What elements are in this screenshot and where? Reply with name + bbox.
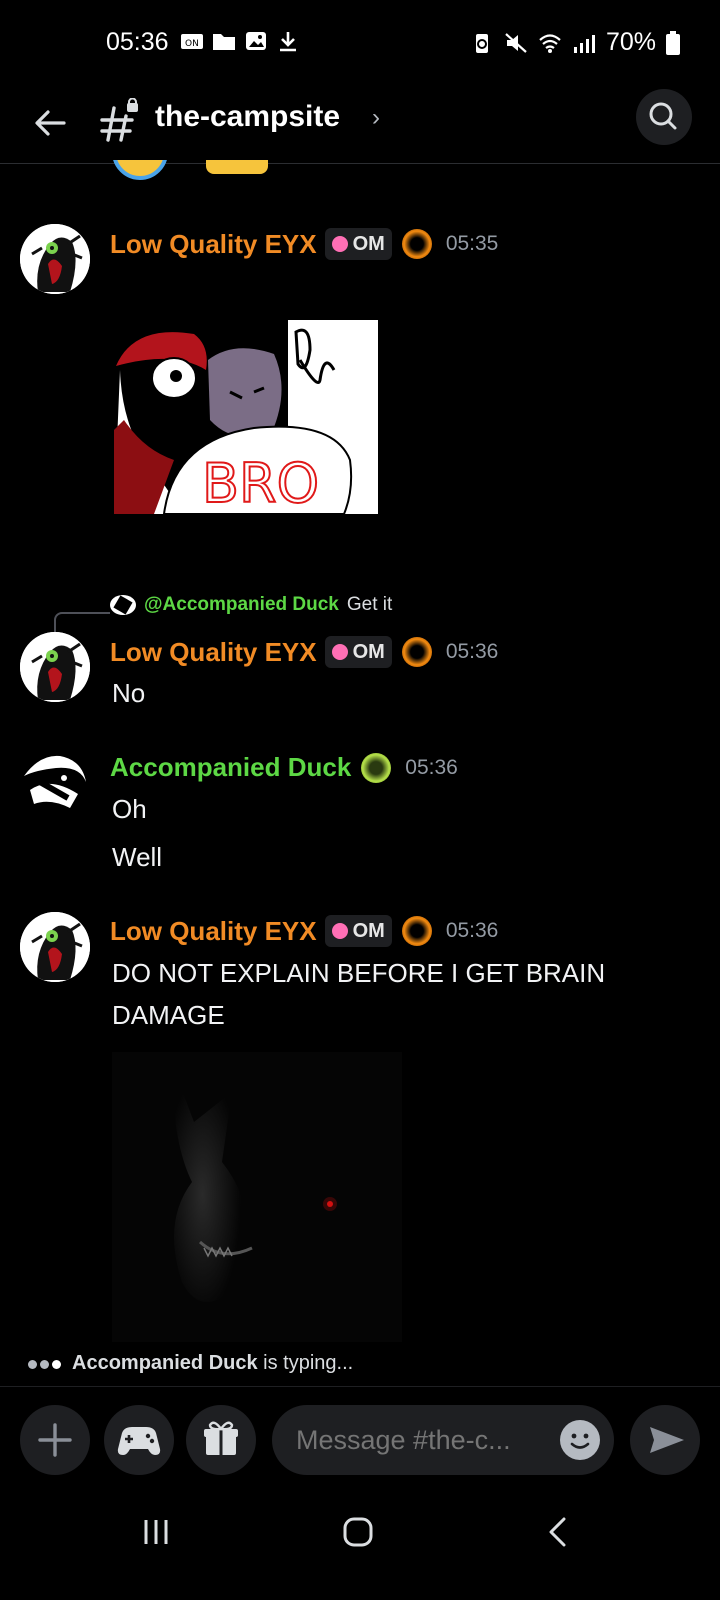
author-name[interactable]: Low Quality EYX <box>110 229 317 260</box>
message-text: DO NOT EXPLAIN BEFORE I GET BRAIN <box>112 958 606 988</box>
skull-icon <box>331 644 348 660</box>
mute-icon <box>505 32 527 53</box>
avatar-low-quality-eyx[interactable] <box>20 632 90 702</box>
plus-icon <box>38 1423 72 1457</box>
message-header: Low Quality EYX OM 05:35 <box>110 228 498 260</box>
search-button[interactable] <box>636 89 692 145</box>
author-name[interactable]: Accompanied Duck <box>110 752 351 783</box>
reply-author[interactable]: @Accompanied Duck <box>144 594 339 616</box>
timestamp: 05:36 <box>405 755 458 779</box>
system-navigation-bar <box>0 1490 720 1600</box>
download-icon <box>280 32 296 52</box>
status-time: 05:36 <box>106 28 169 56</box>
message-text: No <box>112 678 146 708</box>
typing-dots-icon <box>28 1352 64 1375</box>
back-arrow-icon[interactable] <box>28 100 74 146</box>
typing-suffix: is typing... <box>257 1352 354 1374</box>
activities-button[interactable] <box>104 1405 174 1475</box>
previous-sticker <box>206 160 268 174</box>
role-fire-icon <box>401 916 432 946</box>
search-icon <box>649 102 677 130</box>
avatar-accompanied-duck[interactable] <box>20 746 90 816</box>
message-header: Low Quality EYX OM 05:36 <box>110 915 498 947</box>
role-clock-icon <box>361 752 392 783</box>
message-text: Well <box>112 842 163 872</box>
battery-icon <box>666 30 680 55</box>
status-system-icons: 70% <box>470 28 680 57</box>
typing-user: Accompanied Duck <box>72 1352 258 1374</box>
author-name[interactable]: Low Quality EYX <box>110 637 317 668</box>
skull-icon <box>331 236 348 252</box>
timestamp: 05:36 <box>445 640 499 663</box>
message-header: Low Quality EYX OM 05:36 <box>110 636 498 668</box>
gift-icon <box>204 1421 238 1455</box>
recent-apps-icon[interactable] <box>138 1514 174 1550</box>
server-tag-label: OM <box>352 919 385 942</box>
server-tag[interactable]: OM <box>324 228 392 260</box>
wifi-icon <box>539 33 561 53</box>
svg-text:BRO: BRO <box>202 452 319 514</box>
battery-saver-icon <box>475 33 488 53</box>
add-attachment-button[interactable] <box>20 1405 90 1475</box>
message-text: Oh <box>112 794 147 824</box>
message-input[interactable] <box>296 1405 536 1475</box>
skull-icon <box>331 923 348 939</box>
folder-icon <box>213 34 235 50</box>
locked-channel-hash-icon <box>100 98 138 142</box>
message-composer <box>0 1386 720 1490</box>
author-name[interactable]: Low Quality EYX <box>110 916 317 947</box>
server-tag-label: OM <box>352 640 385 663</box>
dark-creature-image[interactable] <box>112 1052 402 1342</box>
send-icon <box>650 1427 684 1453</box>
server-tag[interactable]: OM <box>324 636 392 668</box>
avatar-low-quality-eyx[interactable] <box>20 912 90 982</box>
typing-indicator: Accompanied Duck is typing... <box>28 1352 353 1375</box>
home-icon[interactable] <box>340 1514 376 1550</box>
back-icon[interactable] <box>540 1514 576 1550</box>
message-header: Accompanied Duck 05:36 <box>110 752 458 783</box>
timestamp: 05:35 <box>445 232 499 255</box>
server-tag-label: OM <box>352 232 385 255</box>
server-tag[interactable]: OM <box>324 915 392 947</box>
battery-percent: 70% <box>605 28 656 56</box>
sim-card-icon: ON <box>181 34 203 49</box>
timestamp: 05:36 <box>445 919 499 942</box>
send-button[interactable] <box>630 1405 700 1475</box>
gift-button[interactable] <box>186 1405 256 1475</box>
channel-header: the-campsite › <box>0 86 720 164</box>
message-text: DAMAGE <box>112 1000 225 1030</box>
channel-title[interactable]: the-campsite <box>155 100 340 134</box>
reply-preview[interactable]: @Accompanied Duck Get it <box>110 594 392 616</box>
role-fire-icon <box>401 637 432 667</box>
previous-reaction-emoji <box>112 160 168 182</box>
reply-avatar <box>110 595 136 615</box>
status-bar: 05:36 ON 70% <box>0 0 720 86</box>
signal-icon <box>573 34 595 53</box>
emoji-button[interactable] <box>560 1420 600 1460</box>
chevron-right-icon[interactable]: › <box>372 104 380 132</box>
smiley-icon <box>570 1433 590 1449</box>
image-icon <box>246 32 266 50</box>
reply-text: Get it <box>346 594 393 615</box>
message-input-container[interactable] <box>272 1405 614 1475</box>
svg-text:ON: ON <box>185 39 199 49</box>
status-notification-icons: ON <box>180 30 300 52</box>
bro-meme-image[interactable]: BRO <box>114 320 378 514</box>
role-fire-icon <box>401 229 432 259</box>
avatar-low-quality-eyx[interactable] <box>20 224 90 294</box>
gamepad-icon <box>117 1427 161 1455</box>
